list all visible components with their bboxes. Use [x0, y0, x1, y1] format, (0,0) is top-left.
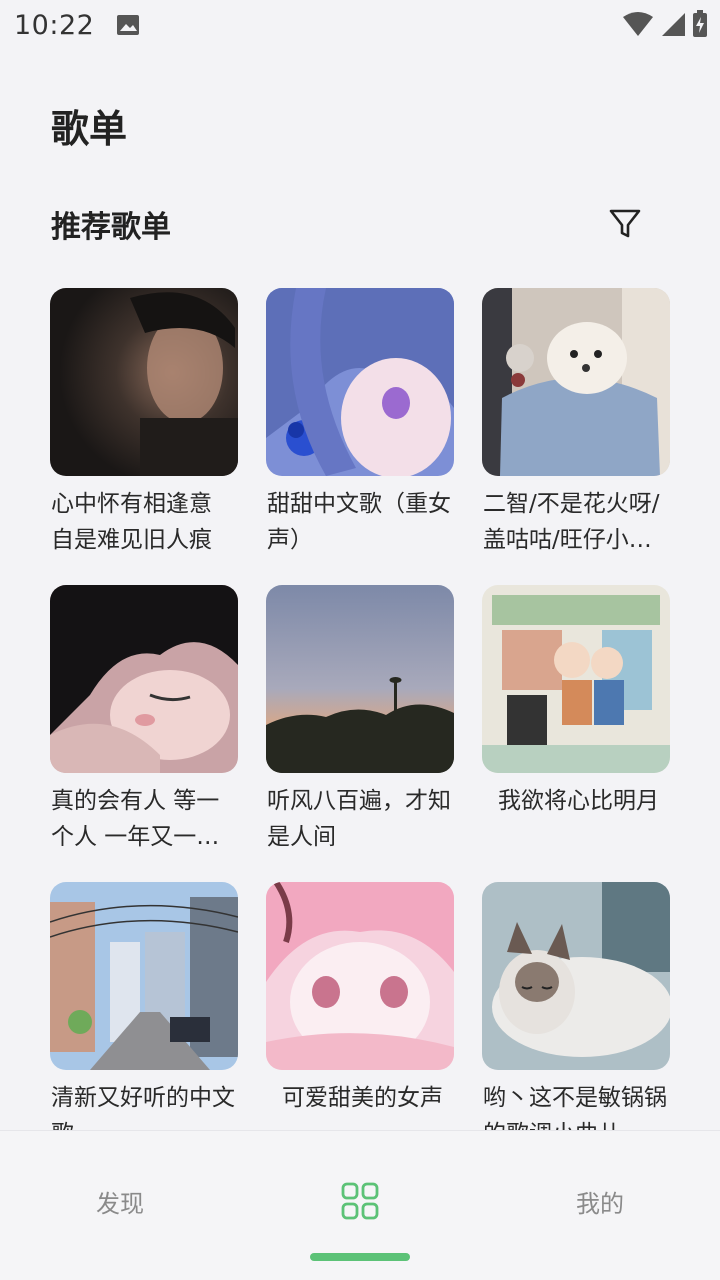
playlist-cover — [50, 882, 238, 1070]
playlist-title: 哟丶这不是敏锅锅的歌调小曲儿 — [483, 1085, 667, 1130]
nav-playlists[interactable] — [240, 1181, 480, 1221]
nav-discover-label: 发现 — [96, 1189, 144, 1218]
playlist-card[interactable]: 我欲将心比明月 — [482, 585, 670, 855]
playlist-cover — [266, 882, 454, 1070]
playlist-title: 清新又好听的中文歌 — [51, 1085, 235, 1130]
playlist-cover — [50, 288, 238, 476]
playlist-title: 可爱甜美的女声 — [282, 1085, 443, 1111]
status-time: 10:22 — [14, 9, 95, 41]
playlist-card[interactable]: 二智/不是花火呀/盖咕咕/旺仔小… — [482, 288, 670, 558]
battery-icon — [693, 10, 707, 37]
playlist-card[interactable]: 真的会有人 等一个人 一年又一… — [50, 585, 238, 855]
nav-active-indicator — [310, 1253, 410, 1261]
filter-button[interactable] — [604, 202, 646, 244]
playlist-cover — [50, 585, 238, 773]
playlist-card[interactable]: 清新又好听的中文歌 — [50, 882, 238, 1130]
playlist-title: 甜甜中文歌（重女声） — [267, 491, 451, 553]
playlist-cover — [482, 882, 670, 1070]
grid-icon — [341, 1182, 379, 1220]
playlist-card[interactable]: 哟丶这不是敏锅锅的歌调小曲儿 — [482, 882, 670, 1130]
nav-mine[interactable]: 我的 — [480, 1181, 720, 1221]
nav-discover[interactable]: 发现 — [0, 1181, 240, 1221]
bottom-nav: 发现 我的 — [0, 1130, 720, 1280]
playlist-title: 真的会有人 等一个人 一年又一… — [51, 788, 220, 850]
section-title: 推荐歌单 — [51, 210, 171, 245]
playlist-cover — [266, 585, 454, 773]
playlist-card[interactable]: 心中怀有相逢意 自是难见旧人痕 — [50, 288, 238, 558]
nav-mine-label: 我的 — [576, 1189, 624, 1218]
playlist-grid: 心中怀有相逢意 自是难见旧人痕 甜甜中文歌（重女声） 二智/不是花火呀/盖咕咕/… — [0, 270, 720, 1130]
status-icons — [622, 10, 708, 38]
wifi-icon — [623, 12, 653, 36]
image-notification-icon — [117, 15, 140, 35]
playlist-title: 二智/不是花火呀/盖咕咕/旺仔小… — [483, 491, 660, 553]
playlist-card[interactable]: 甜甜中文歌（重女声） — [266, 288, 454, 558]
playlist-title: 听风八百遍，才知是人间 — [267, 788, 451, 850]
playlist-cover — [482, 288, 670, 476]
page-title: 歌单 — [51, 107, 128, 151]
status-bar: 10:22 — [0, 0, 720, 50]
playlist-cover — [266, 288, 454, 476]
playlist-title: 心中怀有相逢意 自是难见旧人痕 — [51, 491, 212, 553]
playlist-card[interactable]: 听风八百遍，才知是人间 — [266, 585, 454, 855]
signal-icon — [662, 13, 685, 36]
playlist-cover — [482, 585, 670, 773]
playlist-title: 我欲将心比明月 — [498, 788, 659, 814]
playlist-card[interactable]: 可爱甜美的女声 — [266, 882, 454, 1130]
filter-icon — [609, 209, 641, 238]
